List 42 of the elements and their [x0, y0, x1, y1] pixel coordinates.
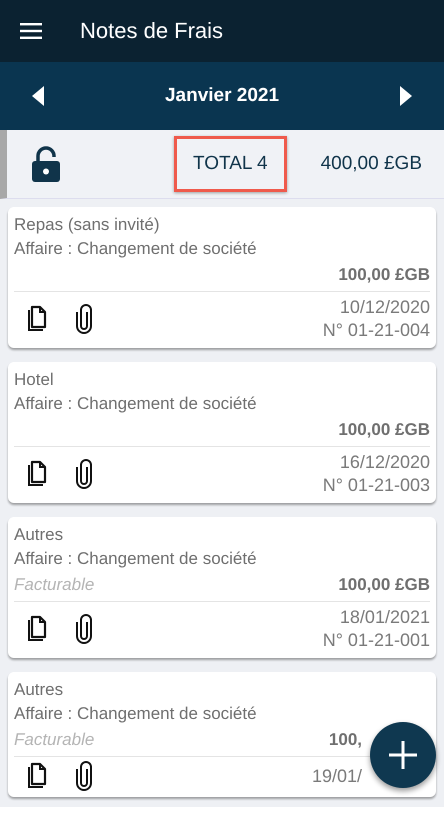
expense-number: N° 01-21-004	[322, 319, 430, 342]
open-padlock-icon[interactable]	[31, 146, 61, 182]
previous-month-icon[interactable]	[32, 86, 44, 106]
total-count: TOTAL 4	[174, 136, 287, 192]
billable-label: Facturable	[14, 575, 94, 595]
documents-icon[interactable]	[26, 762, 48, 790]
expense-category: Autres	[14, 679, 64, 701]
expense-date: 19/01/	[312, 764, 362, 788]
expense-date: 10/12/2020	[340, 296, 430, 319]
next-month-icon[interactable]	[400, 86, 412, 106]
documents-icon[interactable]	[26, 305, 48, 333]
paperclip-icon[interactable]	[76, 304, 92, 334]
documents-icon[interactable]	[26, 460, 48, 488]
total-amount: 400,00 £GB	[320, 153, 422, 175]
expense-card[interactable]: Repas (sans invité) Affaire : Changement de société 100,00 £GB 10/12/2020 N° 01-21-004	[8, 207, 436, 348]
expense-category: Autres	[14, 524, 64, 546]
expense-card[interactable]: Autres Affaire : Changement de société Facturable 100,00 £GB 18/01/2021 N° 01-21-001	[8, 517, 436, 658]
expense-amount: 100,00 £GB	[338, 265, 430, 285]
expense-project: Affaire : Changement de société	[14, 548, 258, 570]
expense-card[interactable]: Autres Affaire : Changement de société Facturable 100, 19/01/	[8, 672, 436, 797]
expense-project: Affaire : Changement de société	[14, 703, 258, 725]
expense-date: 18/01/2021	[340, 606, 430, 629]
expense-category: Hotel	[14, 369, 55, 391]
expense-amount: 100,00 £GB	[338, 420, 430, 440]
app-title: Notes de Frais	[80, 18, 224, 44]
paperclip-icon[interactable]	[76, 761, 92, 791]
expense-amount: 100,	[328, 730, 363, 750]
month-label: Janvier 2021	[164, 85, 280, 107]
billable-label: Facturable	[14, 730, 94, 750]
expense-card[interactable]: Hotel Affaire : Changement de société 100,00 £GB 16/12/2020 N° 01-21-003	[8, 362, 436, 503]
paperclip-icon[interactable]	[76, 459, 92, 489]
expense-category: Repas (sans invité)	[14, 214, 161, 236]
expense-amount: 100,00 £GB	[338, 575, 430, 595]
documents-icon[interactable]	[26, 615, 48, 643]
expense-project: Affaire : Changement de société	[14, 393, 258, 415]
expense-project: Affaire : Changement de société	[14, 238, 258, 260]
expense-number: N° 01-21-003	[322, 474, 430, 497]
plus-icon	[389, 741, 417, 769]
expense-date: 16/12/2020	[340, 451, 430, 474]
paperclip-icon[interactable]	[76, 614, 92, 644]
expense-number: N° 01-21-001	[322, 629, 430, 652]
menu-icon[interactable]	[20, 23, 42, 39]
